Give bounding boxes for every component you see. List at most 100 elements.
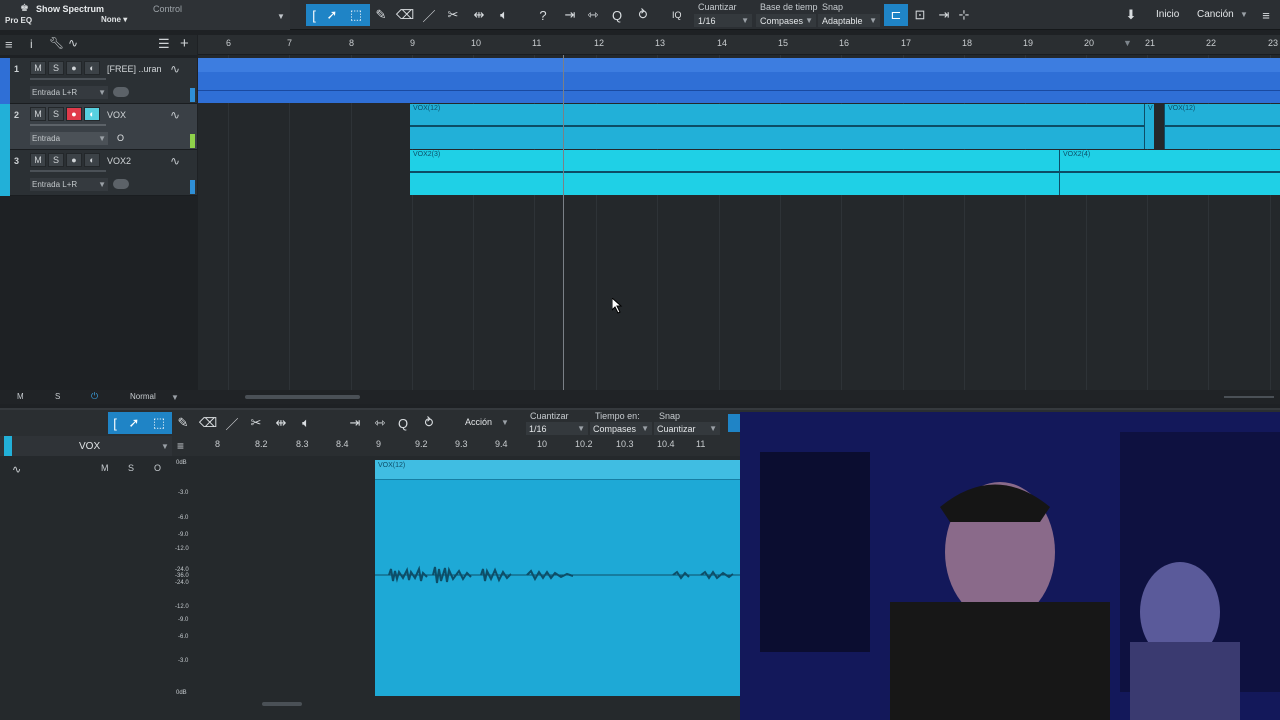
link-toggle[interactable] <box>113 179 129 189</box>
pencil-tool-icon[interactable]: ✎ <box>372 4 390 26</box>
mute-tool-icon[interactable]: ✂ <box>444 4 462 26</box>
preset-select[interactable]: None ▾ <box>101 15 127 24</box>
zoom-icon[interactable]: Q <box>608 4 626 26</box>
arrow-tool-icon[interactable]: ➚ <box>323 4 341 26</box>
inspector-icon[interactable]: i <box>30 37 33 51</box>
split-icon[interactable]: ⊹ <box>956 4 972 26</box>
editor-scrollbar[interactable] <box>262 702 302 706</box>
timebase-select[interactable]: Compases ▼ <box>756 14 816 27</box>
solo-button[interactable]: S <box>48 153 64 167</box>
listen-tool-icon[interactable]: 🔈︎ <box>296 412 316 434</box>
range-tool-icon[interactable]: ⬚ <box>347 4 365 26</box>
bracket-icon[interactable]: [ <box>110 412 120 434</box>
audio-event-vox-2[interactable]: VOX(12) <box>1164 104 1280 149</box>
monitor-button[interactable]: ◐ <box>84 107 100 121</box>
editor-ruler[interactable]: ≡ 8 8.2 8.3 8.4 9 9.2 9.3 9.4 10 10.2 10… <box>172 436 740 456</box>
record-arm-button[interactable]: ● <box>66 153 82 167</box>
loop-marker-icon[interactable]: ▼ <box>1123 38 1132 48</box>
autoscroll-icon[interactable]: ⇥ <box>560 4 580 26</box>
monitor-button[interactable]: ◐ <box>84 61 100 75</box>
list-menu-icon[interactable]: ≡ <box>177 439 184 453</box>
global-mute-button[interactable]: M <box>17 392 24 401</box>
chevron-down-icon[interactable]: ▼ <box>161 442 169 451</box>
paint-tool-icon[interactable]: ／ <box>420 4 438 26</box>
editor-audio-event[interactable]: VOX(12) <box>375 460 740 696</box>
playhead[interactable] <box>563 55 564 390</box>
solo-button[interactable]: S <box>48 61 64 75</box>
mute-button[interactable]: M <box>30 107 46 121</box>
monitor-button[interactable]: ◐ <box>84 153 100 167</box>
input-select[interactable]: Entrada ▼ <box>30 132 108 145</box>
track-name[interactable]: [FREE] ..uran <box>107 64 162 74</box>
add-track-icon[interactable]: + <box>180 35 189 52</box>
record-arm-button[interactable]: ● <box>66 107 82 121</box>
audio-event-beat[interactable] <box>198 58 1280 103</box>
track-3[interactable]: 3 M S ● ◐ VOX2 ∿ Entrada L+R ▼ <box>0 150 197 196</box>
iq-label[interactable]: IQ <box>672 10 682 20</box>
record-arm-button[interactable]: ● <box>66 61 82 75</box>
editor-snap-grid-button[interactable] <box>728 414 740 432</box>
editor-monitor-button[interactable]: O <box>154 463 161 473</box>
global-solo-button[interactable]: S <box>55 392 60 401</box>
autoscroll-icon[interactable]: ⇥ <box>345 412 365 434</box>
input-select[interactable]: Entrada L+R ▼ <box>30 86 108 99</box>
listen-tool-icon[interactable]: 🔈︎ <box>494 4 514 26</box>
chevron-down-icon[interactable]: ▼ <box>171 393 179 402</box>
arrow-tool-icon[interactable]: ➚ <box>125 412 143 434</box>
loop-icon[interactable]: ⥁ <box>418 412 440 434</box>
volume-slider[interactable] <box>30 170 106 172</box>
help-icon[interactable]: ? <box>535 4 551 26</box>
paint-tool-icon[interactable]: ／ <box>223 412 241 434</box>
track-list-icon[interactable]: ☰ <box>158 36 170 52</box>
zoom-icon[interactable]: Q <box>394 412 412 434</box>
audio-editor[interactable]: ≡ 8 8.2 8.3 8.4 9 9.2 9.3 9.4 10 10.2 10… <box>172 436 740 720</box>
list-menu-icon[interactable]: ≡ <box>5 37 13 52</box>
eraser-tool-icon[interactable]: ⌫ <box>199 412 217 434</box>
quantize-select[interactable]: 1/16 ▼ <box>694 14 752 27</box>
mono-icon[interactable]: O <box>117 133 124 143</box>
audio-event-vox2-2[interactable]: VOX2(4) <box>1059 150 1280 195</box>
snap-grid-button[interactable]: ⊏ <box>884 4 908 26</box>
arrange-view[interactable]: VOX(12) V VOX(12) VOX2(3) VOX2(4) <box>198 55 1280 390</box>
track-name[interactable]: VOX <box>107 110 126 120</box>
volume-slider[interactable] <box>30 124 106 126</box>
editor-time-select[interactable]: Compases ▼ <box>590 422 652 435</box>
track-1[interactable]: 1 M S ● ◐ [FREE] ..uran ∿ Entrada L+R ▼ <box>0 58 197 104</box>
mute-button[interactable]: M <box>30 61 46 75</box>
snap-toggle-icon[interactable]: ⇿ <box>583 4 603 26</box>
automation-icon[interactable]: ∿ <box>68 36 78 50</box>
snap-toggle-icon[interactable]: ⇿ <box>370 412 390 434</box>
wrench-icon[interactable]: 🔧︎ <box>49 36 64 50</box>
bracket-icon[interactable]: [ <box>308 4 320 26</box>
horizontal-scrollbar[interactable] <box>245 395 360 399</box>
bend-tool-icon[interactable]: ⇹ <box>469 4 489 26</box>
zoom-slider[interactable] <box>1224 396 1274 398</box>
track-2[interactable]: 2 M S ● ◐ VOX ∿ Entrada ▼ O <box>0 104 197 150</box>
download-icon[interactable]: ⬇ <box>1122 4 1140 26</box>
snap-event-icon[interactable]: ⊡ <box>910 4 930 26</box>
audio-event-vox-small[interactable]: V <box>1144 104 1154 149</box>
plugin-title[interactable]: Show Spectrum <box>36 4 104 14</box>
audio-event-vox2[interactable]: VOX2(3) <box>410 150 1059 195</box>
timeline-ruler[interactable]: 6 7 8 9 10 11 12 13 14 15 16 17 18 19 20… <box>198 35 1280 55</box>
volume-slider[interactable] <box>30 78 106 80</box>
editor-solo-button[interactable]: S <box>128 463 134 473</box>
editor-snap-select[interactable]: Cuantizar ▼ <box>654 422 720 435</box>
editor-track-header[interactable]: VOX ▼ <box>0 436 172 456</box>
mode-select[interactable]: Normal <box>130 392 156 401</box>
input-select[interactable]: Entrada L+R ▼ <box>30 178 108 191</box>
editor-mute-button[interactable]: M <box>101 463 109 473</box>
solo-button[interactable]: S <box>48 107 64 121</box>
cancion-button[interactable]: Canción <box>1197 9 1234 20</box>
audio-event-vox[interactable]: VOX(12) <box>410 104 1144 149</box>
menu-icon[interactable]: ≡ <box>1256 4 1276 26</box>
snap-cursor-icon[interactable]: ⇥ <box>934 4 954 26</box>
link-toggle[interactable] <box>113 87 129 97</box>
inicio-button[interactable]: Inicio <box>1156 9 1179 20</box>
bend-tool-icon[interactable]: ⇹ <box>271 412 291 434</box>
power-icon[interactable]: ⏻ <box>91 391 98 402</box>
chevron-down-icon[interactable]: ▼ <box>277 12 285 21</box>
eraser-tool-icon[interactable]: ⌫ <box>396 4 414 26</box>
chevron-down-icon[interactable]: ▼ <box>1240 10 1248 19</box>
waveform-icon[interactable]: ∿ <box>12 463 21 476</box>
